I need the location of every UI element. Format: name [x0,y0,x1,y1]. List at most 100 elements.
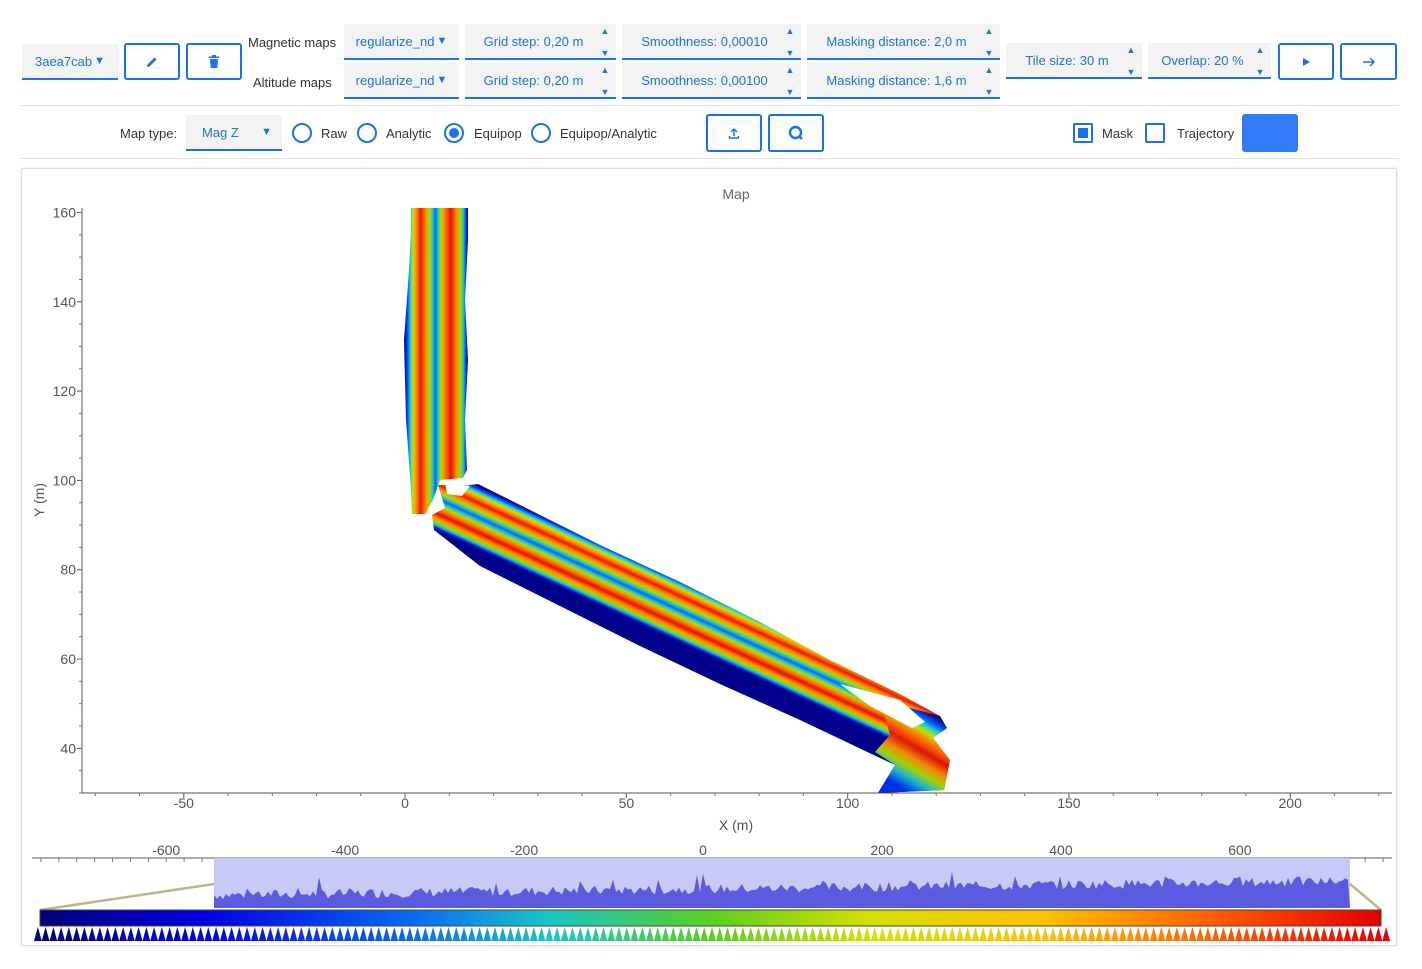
colorbar-tick [1374,927,1383,941]
colorbar-tick [925,927,933,941]
colorbar-tick [212,927,220,941]
navigator-handle-right-line[interactable] [1349,883,1382,911]
colorbar-tick [522,927,530,941]
colorbar-tick [359,927,368,941]
colorbar-tick [1320,927,1328,941]
colorbar-tick [1165,927,1173,941]
colorbar-tick [917,927,926,941]
colorbar-tick [1157,927,1166,941]
colorbar-tick [1134,927,1142,941]
colorbar-tick [398,927,406,941]
colorbar-tick [274,927,282,941]
x-axis-label: X (m) [719,817,753,833]
colorbar-tick [1056,927,1065,941]
colorbar-tick [987,927,995,941]
colorbar-tick [1204,927,1212,941]
y-tick-label: 40 [60,740,76,756]
colorbar-tick [1266,927,1274,941]
colorbar-tick [599,927,608,941]
navigator-tick-label: -200 [510,842,538,858]
colorbar-tick [328,927,337,941]
colorbar-tick [894,927,902,941]
colorbar-tick [88,927,96,941]
colorbar [39,909,1382,927]
colorbar-tick [754,927,763,941]
colorbar-tick [142,927,151,941]
colorbar-tick [1173,927,1181,941]
colorbar-tick [1258,927,1266,941]
colorbar-tick [134,927,143,941]
colorbar-tick [1064,927,1073,941]
colorbar-tick [1018,927,1026,941]
colorbar-tick [684,927,693,941]
colorbar-tick [1297,927,1305,941]
colorbar-tick [119,927,127,941]
colorbar-tick [41,927,50,941]
colorbar-tick [312,927,321,941]
colorbar-tick [932,927,941,941]
colorbar-tick [80,927,89,941]
colorbar-tick [1041,927,1050,941]
navigator-tick-label: 600 [1228,842,1252,858]
colorbar-tick [1382,927,1390,941]
navigator-tick-label: -400 [331,842,359,858]
colorbar-tick [305,927,313,941]
x-tick-label: -50 [174,795,194,811]
colorbar-tick [1149,927,1158,941]
chart-title: Map [722,186,749,202]
colorbar-tick [731,927,740,941]
colorbar-tick [793,927,802,941]
colorbar-tick [886,927,895,941]
colorbar-tick [537,927,546,941]
colorbar-tick [258,927,267,941]
colorbar-tick [622,927,631,941]
colorbar-tick [165,927,174,941]
colorbar-tick [421,927,430,941]
colorbar-tick [467,927,476,941]
colorbar-tick [739,927,747,941]
colorbar-tick [65,927,73,941]
y-tick-label: 60 [60,651,76,667]
colorbar-tick [1227,927,1235,941]
map-chart[interactable]: Map 40 60 80 100 120 140 160 -50 0 50 100 150 200 Y… [0,0,1422,969]
colorbar-tick [630,927,639,941]
colorbar-tick [847,927,856,941]
colorbar-tick [638,927,647,941]
colorbar-tick [351,927,360,941]
colorbar-tick [1002,927,1011,941]
colorbar-tick [320,927,329,941]
colorbar-tick [266,927,275,941]
colorbar-tick [1250,927,1259,941]
colorbar-tick [452,927,461,941]
colorbar-tick [1072,927,1081,941]
colorbar-tick [591,927,600,941]
navigator-tick-label: 0 [699,842,707,858]
colorbar-tick [839,927,848,941]
colorbar-tick [158,927,166,941]
colorbar-tick [367,927,375,941]
colorbar-tick [111,927,120,941]
colorbar-tick [1142,927,1150,941]
colorbar-tick [529,927,538,941]
y-tick-label: 100 [53,472,77,488]
colorbar-tick [870,927,879,941]
colorbar-tick [444,927,453,941]
colorbar-tick [498,927,507,941]
navigator-tick-label: 400 [1049,842,1073,858]
colorbar-tick [1180,927,1189,941]
colorbar-tick [746,927,755,941]
navigator-handle-left-line[interactable] [39,882,215,912]
colorbar-tick [1289,927,1297,941]
colorbar-tick [808,927,817,941]
y-tick-label: 120 [53,383,77,399]
colorbar-tick [560,927,569,941]
heatmap-vertical-strip [404,208,468,514]
x-tick-label: 0 [401,795,409,811]
colorbar-tick [1281,927,1290,941]
y-tick-label: 160 [53,204,77,220]
colorbar-tick [715,927,724,941]
colorbar-tick [189,927,197,941]
y-axis-label: Y (m) [31,483,47,517]
x-tick-label: 150 [1057,795,1081,811]
colorbar-tick [1095,927,1104,941]
